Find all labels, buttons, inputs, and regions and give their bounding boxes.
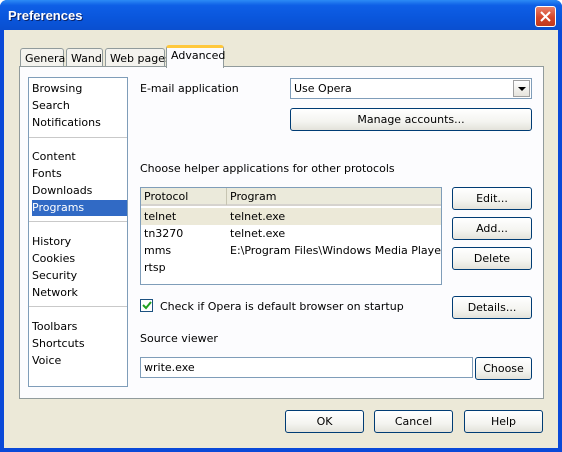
column-header-protocol[interactable]: Protocol [141,188,227,205]
protocol-cell: telnet [144,210,177,223]
source-viewer-label: Source viewer [140,332,218,345]
protocol-list[interactable]: Protocol Program telnet telnet.exe tn327… [140,187,442,285]
details-button[interactable]: Details... [452,296,532,319]
default-browser-label[interactable]: Check if Opera is default browser on sta… [160,300,404,313]
sidebar-item-security[interactable]: Security [32,268,127,284]
title-bar[interactable]: Preferences [0,0,562,30]
list-item[interactable]: telnet telnet.exe [141,208,441,225]
close-button[interactable] [535,6,556,27]
sidebar-divider [29,221,127,222]
preferences-window: Preferences General Wand Web pages Advan… [0,0,562,452]
sidebar-item-programs[interactable]: Programs [32,200,127,216]
sidebar-item-toolbars[interactable]: Toolbars [32,319,127,335]
sidebar-item-shortcuts[interactable]: Shortcuts [32,336,127,352]
manage-accounts-button[interactable]: Manage accounts... [290,108,532,131]
add-button[interactable]: Add... [452,217,532,240]
tab-wand[interactable]: Wand [66,48,103,68]
protocol-cell: tn3270 [144,227,184,240]
protocol-cell: mms [144,244,172,257]
tab-label: Wand [71,52,102,65]
window-title: Preferences [8,8,83,23]
sidebar-item-network[interactable]: Network [32,285,127,301]
list-item[interactable]: mms E:\Program Files\Windows Media Playe… [141,242,441,259]
sidebar-item-downloads[interactable]: Downloads [32,183,127,199]
default-browser-checkbox[interactable] [140,299,153,312]
edit-button[interactable]: Edit... [452,187,532,210]
program-cell: telnet.exe [230,227,286,240]
category-sidebar: Browsing Search Notifications Content Fo… [28,77,128,387]
sidebar-divider [29,137,127,138]
tab-web-pages[interactable]: Web pages [105,48,171,68]
help-button[interactable]: Help [464,410,543,433]
program-cell: E:\Program Files\Windows Media Player\..… [230,244,441,257]
sidebar-item-content[interactable]: Content [32,149,127,165]
sidebar-divider [29,306,127,307]
sidebar-item-voice[interactable]: Voice [32,353,127,369]
list-header: Protocol Program [141,188,441,206]
delete-button[interactable]: Delete [452,247,532,270]
sidebar-item-cookies[interactable]: Cookies [32,251,127,267]
cancel-button[interactable]: Cancel [374,410,453,433]
tab-advanced[interactable]: Advanced [166,45,226,68]
sidebar-item-history[interactable]: History [32,234,127,250]
tab-label: General [25,52,69,65]
column-header-program[interactable]: Program [227,188,441,205]
email-app-value: Use Opera [294,82,352,95]
program-cell: telnet.exe [230,210,286,223]
checkmark-icon [142,301,152,310]
protocol-cell: rtsp [144,261,166,274]
choose-button[interactable]: Choose [475,357,532,380]
sidebar-item-fonts[interactable]: Fonts [32,166,127,182]
chevron-down-icon [518,87,526,91]
sidebar-item-search[interactable]: Search [32,98,127,114]
email-app-select[interactable]: Use Opera [290,78,532,99]
helper-apps-heading: Choose helper applications for other pro… [140,162,395,175]
tab-general[interactable]: General [20,48,68,68]
ok-button[interactable]: OK [285,410,364,433]
source-viewer-value: write.exe [144,361,195,374]
sidebar-item-notifications[interactable]: Notifications [32,115,127,131]
list-item[interactable]: rtsp [141,259,441,276]
tab-label: Advanced [171,49,226,62]
dropdown-arrow-button[interactable] [513,80,530,97]
list-item[interactable]: tn3270 telnet.exe [141,225,441,242]
close-icon [540,11,551,22]
dialog-client: General Wand Web pages Advanced Browsing… [4,30,558,448]
advanced-panel: Browsing Search Notifications Content Fo… [19,66,544,399]
sidebar-item-browsing[interactable]: Browsing [32,81,127,97]
email-app-label: E-mail application [140,82,239,95]
tab-label: Web pages [110,52,171,65]
source-viewer-input[interactable]: write.exe [140,357,473,378]
